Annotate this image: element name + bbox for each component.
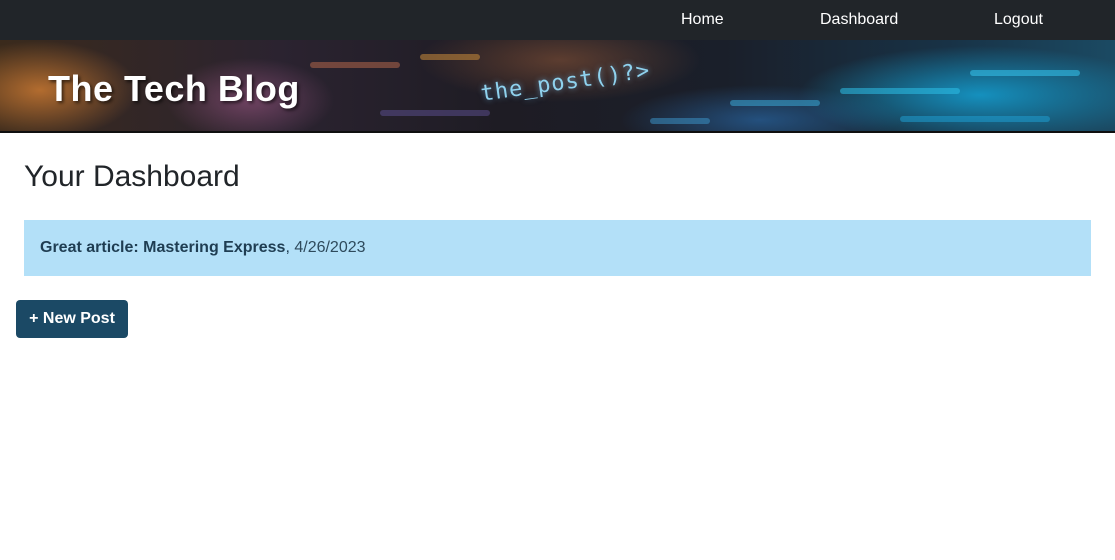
post-list-item[interactable]: Great article: Mastering Express, 4/26/2… — [24, 220, 1091, 276]
banner-code-text: the_post()?> — [479, 58, 652, 107]
site-title: The Tech Blog — [48, 68, 300, 109]
post-separator: , — [285, 239, 290, 256]
banner-decoration — [420, 54, 480, 60]
banner-decoration — [380, 110, 490, 116]
nav-dashboard-link[interactable]: Dashboard — [820, 0, 898, 40]
post-title: Great article: Mastering Express — [40, 239, 286, 256]
new-post-button[interactable]: + New Post — [16, 300, 128, 338]
banner-decoration — [730, 100, 820, 106]
header-banner: the_post()?> The Tech Blog — [0, 40, 1115, 133]
banner-decoration — [970, 70, 1080, 76]
post-date: 4/26/2023 — [294, 239, 366, 256]
nav-home-link[interactable]: Home — [681, 0, 724, 40]
banner-decoration — [650, 118, 710, 124]
page-title: Your Dashboard — [24, 160, 240, 193]
banner-decoration — [310, 62, 400, 68]
banner-decoration — [900, 116, 1050, 122]
top-navbar: Home Dashboard Logout — [0, 0, 1115, 40]
nav-logout-link[interactable]: Logout — [994, 0, 1043, 40]
banner-decoration — [840, 88, 960, 94]
